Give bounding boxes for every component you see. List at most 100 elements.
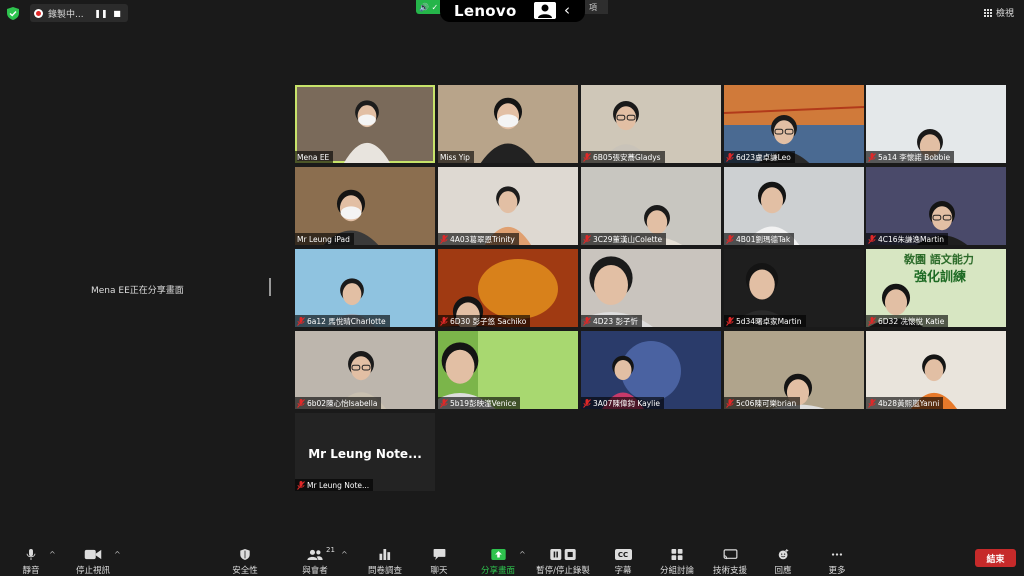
lenovo-camera-bar: Lenovo ‹	[440, 0, 585, 22]
participant-tile[interactable]: 6B05張安蕎Gladys	[581, 85, 721, 163]
participant-name-label: 3C29董漢山Colette	[581, 233, 667, 245]
pause-stop-icon	[550, 549, 576, 560]
participant-name-label: Mena EE	[295, 151, 334, 163]
participant-tile[interactable]: Mr Leung iPad	[295, 167, 435, 245]
stop-recording-button[interactable]: ■	[110, 6, 124, 20]
participant-name-label: 6D32 冼懷悅 Katie	[866, 315, 949, 327]
muted-microphone-icon	[583, 316, 591, 326]
participant-count-badge: 21	[326, 546, 335, 554]
meeting-toolbar: 靜音 ^ 停止視訊 ^ 安全性 與會者 21 ^ 問卷調查 聊天 分享畫面 ^ …	[0, 540, 1024, 576]
user-silhouette-icon[interactable]	[534, 2, 556, 19]
participant-tile[interactable]: 4C16朱謙逸Martin	[866, 167, 1006, 245]
pause-stop-recording-button[interactable]: 暫停/停止錄製	[533, 540, 593, 576]
participant-tile[interactable]: 5b19彭映潼Venice	[438, 331, 578, 409]
participant-tile[interactable]: 5d34曙卓家Martin	[724, 249, 864, 327]
shield-icon	[240, 549, 250, 560]
grid-view-icon	[983, 8, 992, 17]
participant-tile[interactable]: 6D30 彭子悠 Sachiko	[438, 249, 578, 327]
participants-button[interactable]: 與會者	[285, 540, 345, 576]
participant-name: Mr Leung Note...	[307, 480, 370, 490]
chat-button[interactable]: 聊天	[409, 540, 469, 576]
participant-tile[interactable]: 5a14 李懷諾 Bobbie	[866, 85, 1006, 163]
muted-microphone-icon	[726, 234, 734, 244]
participant-name-label: 6d23盧卓謙Leo	[724, 151, 795, 163]
participant-tile[interactable]: Mr Leung Note... Mr Leung Note...	[295, 413, 435, 491]
participant-name-label: 4B01劉瑪德Tak	[724, 233, 795, 245]
participant-face	[924, 359, 944, 382]
participant-name-label: 6a12 馬悅晴Charlotte	[295, 315, 390, 327]
muted-microphone-icon	[868, 398, 876, 408]
participant-tile[interactable]: 3C29董漢山Colette	[581, 167, 721, 245]
breakout-rooms-label: 分組討論	[659, 566, 694, 576]
participant-tile[interactable]: 6d23盧卓謙Leo	[724, 85, 864, 163]
zoom-meeting-window: 錄製中... ❚❚ ■ 🔊 ✓ 項 Lenovo ‹ 檢視 Mena EE正在分…	[0, 0, 1024, 576]
participants-options-caret[interactable]: ^	[341, 550, 348, 559]
participant-name-label: 4C16朱謙逸Martin	[866, 233, 948, 245]
participant-tile[interactable]: 6a12 馬悅晴Charlotte	[295, 249, 435, 327]
participant-tile[interactable]: 5c06陳可樂brian	[724, 331, 864, 409]
participant-face	[342, 283, 362, 306]
share-screen-label: 分享畫面	[480, 566, 515, 576]
muted-microphone-icon	[868, 234, 876, 244]
audio-options-caret[interactable]: ^	[49, 550, 56, 559]
security-label: 安全性	[232, 566, 258, 576]
participant-name-label: 5a14 李懷諾 Bobbie	[866, 151, 955, 163]
participant-name: 6B05張安蕎Gladys	[593, 152, 661, 162]
reactions-button[interactable]: 回應	[753, 540, 813, 576]
more-label: 更多	[828, 566, 846, 576]
pause-recording-button[interactable]: ❚❚	[94, 6, 108, 20]
participant-face	[498, 191, 518, 214]
breakout-rooms-button[interactable]: 分組討論	[647, 540, 707, 576]
participant-tile[interactable]: 敎園 語文能力 強化訓練 6D32 冼懷悅 Katie	[866, 249, 1006, 327]
share-options-caret[interactable]: ^	[519, 550, 526, 559]
tech-support-button[interactable]: 技術支援	[700, 540, 760, 576]
participant-name: 4A03葛翠恩Trinity	[450, 234, 515, 244]
muted-microphone-icon	[726, 152, 734, 162]
participant-tile[interactable]: Mena EE	[295, 85, 435, 163]
pause-stop-recording-label: 暫停/停止錄製	[536, 566, 590, 576]
chevron-left-icon[interactable]: ‹	[564, 1, 570, 19]
breakout-grid-icon	[671, 549, 683, 560]
fire-glow	[478, 259, 558, 319]
participant-name: 4b28黃熙嵐Yanni	[878, 398, 940, 408]
captions-button[interactable]: CC 字幕	[593, 540, 653, 576]
participant-face	[445, 349, 475, 384]
security-button[interactable]: 安全性	[215, 540, 275, 576]
participant-tile[interactable]: 4b28黃熙嵐Yanni	[866, 331, 1006, 409]
participant-tile[interactable]: Miss Yip	[438, 85, 578, 163]
chat-label: 聊天	[430, 566, 448, 576]
participant-tile[interactable]: 4A03葛翠恩Trinity	[438, 167, 578, 245]
participant-name: 6d23盧卓謙Leo	[736, 152, 791, 162]
participant-face	[594, 265, 628, 305]
participant-tile[interactable]: 3A07陳偉鈞 Kaylie	[581, 331, 721, 409]
participant-name: Mena EE	[297, 152, 330, 162]
tech-support-label: 技術支援	[712, 566, 747, 576]
participant-tile[interactable]: 6b02陳心怡Isabella	[295, 331, 435, 409]
participant-name-label: Mr Leung iPad	[295, 233, 354, 245]
muted-microphone-icon	[440, 316, 448, 326]
view-button[interactable]: 檢視	[983, 6, 1014, 19]
polls-label: 問卷調查	[367, 566, 402, 576]
participant-name: 5b19彭映潼Venice	[450, 398, 517, 408]
participants-icon	[307, 549, 323, 560]
participant-name: 5a14 李懷諾 Bobbie	[878, 152, 951, 162]
more-button[interactable]: 更多	[807, 540, 867, 576]
video-options-caret[interactable]: ^	[114, 550, 121, 559]
poster-title: 敎園 語文能力	[904, 253, 974, 266]
mute-label: 靜音	[22, 566, 40, 576]
end-meeting-button[interactable]: 結束	[975, 549, 1016, 567]
participant-tile[interactable]: 4B01劉瑪德Tak	[724, 167, 864, 245]
panel-resize-handle[interactable]	[269, 278, 271, 296]
security-shield-icon[interactable]	[7, 7, 19, 20]
muted-microphone-icon	[726, 316, 734, 326]
muted-microphone-icon	[583, 398, 591, 408]
recording-indicator: 錄製中... ❚❚ ■	[30, 4, 128, 22]
stop-video-label: 停止視訊	[75, 566, 110, 576]
participant-face	[646, 210, 668, 235]
microphone-icon	[26, 549, 36, 560]
participant-face	[884, 289, 908, 316]
participant-name-label: 4b28黃熙嵐Yanni	[866, 397, 944, 409]
muted-microphone-icon	[440, 398, 448, 408]
polls-button[interactable]: 問卷調查	[355, 540, 415, 576]
participant-tile[interactable]: 4D23 彭子忻	[581, 249, 721, 327]
